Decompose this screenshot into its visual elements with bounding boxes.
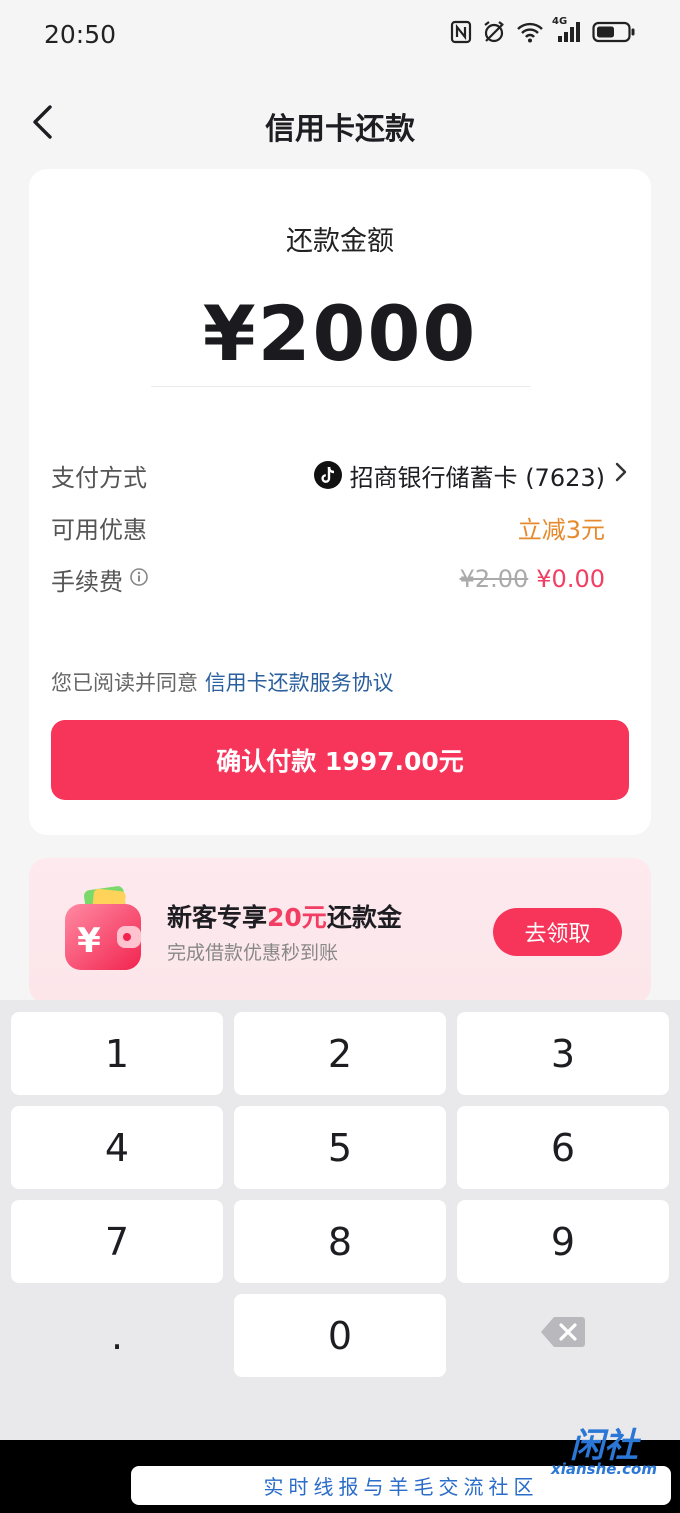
promo-title-prefix: 新客专享 [167, 903, 268, 932]
payment-method-row[interactable]: 支付方式 招商银行储蓄卡 (7623) [51, 455, 629, 495]
battery-icon [592, 21, 636, 43]
key-3[interactable]: 3 [457, 1012, 669, 1095]
agreement-prefix: 您已阅读并同意 [51, 671, 205, 695]
watermark-logo-sub: xianshe.com [551, 1460, 657, 1478]
payment-method-value-group: 招商银行储蓄卡 (7623) [313, 458, 629, 493]
wallet-icon: ¥ [59, 884, 147, 978]
agreement-link[interactable]: 信用卡还款服务协议 [205, 671, 394, 695]
key-4[interactable]: 4 [11, 1106, 223, 1189]
fee-value-group: ¥2.00 ¥0.00 [460, 565, 629, 593]
promo-title-highlight: 20元 [267, 903, 327, 932]
delete-key[interactable] [457, 1294, 669, 1377]
promo-title: 新客专享20元还款金 [167, 898, 402, 934]
status-icons: 4G [450, 16, 636, 44]
promo-value: 立减3元 [517, 515, 605, 544]
alarm-icon [482, 20, 506, 44]
fee-label-group: 手续费 [51, 562, 149, 597]
key-8[interactable]: 8 [234, 1200, 446, 1283]
info-icon[interactable] [129, 565, 149, 593]
amount-divider [151, 386, 531, 387]
promo-row: 可用优惠 立减3元 [51, 507, 629, 547]
payment-card: 还款金额 ¥2000 支付方式 招商银行储蓄卡 (7623) 可用优惠 立减3元… [29, 169, 651, 835]
key-decimal[interactable]: . [11, 1294, 223, 1377]
key-9[interactable]: 9 [457, 1200, 669, 1283]
promo-label: 可用优惠 [51, 515, 147, 544]
key-0[interactable]: 0 [234, 1294, 446, 1377]
confirm-payment-button[interactable]: 确认付款 1997.00元 [51, 720, 629, 800]
promo-subtitle: 完成借款优惠秒到账 [167, 942, 339, 964]
status-time: 20:50 [44, 20, 117, 49]
douyin-pay-icon [313, 461, 342, 489]
fee-row: 手续费 ¥2.00 ¥0.00 [51, 559, 629, 599]
signal-4g-icon: 4G [552, 16, 582, 44]
network-label: 4G [552, 16, 568, 27]
chevron-right-icon [613, 461, 629, 489]
promo-banner[interactable]: ¥ 新客专享20元还款金 完成借款优惠秒到账 去领取 [29, 858, 651, 1004]
key-1[interactable]: 1 [11, 1012, 223, 1095]
nfc-icon [450, 20, 472, 44]
amount-input[interactable]: ¥2000 [29, 289, 651, 378]
payment-method-value: 招商银行储蓄卡 (7623) [349, 463, 605, 492]
agreement-line: 您已阅读并同意 信用卡还款服务协议 [51, 667, 394, 697]
key-5[interactable]: 5 [234, 1106, 446, 1189]
promo-title-suffix: 还款金 [326, 903, 402, 932]
amount-label: 还款金额 [286, 226, 394, 257]
backspace-icon [540, 1314, 586, 1358]
key-7[interactable]: 7 [11, 1200, 223, 1283]
claim-button[interactable]: 去领取 [493, 908, 622, 956]
nav-bar: 信用卡还款 [0, 84, 680, 164]
wallet-symbol: ¥ [77, 921, 101, 961]
wifi-icon [516, 21, 544, 43]
status-bar: 20:50 4G [0, 0, 680, 72]
page-title: 信用卡还款 [265, 112, 415, 147]
watermark-logo: 闲社 xianshe.com [546, 1418, 662, 1486]
numeric-keypad: 1 2 3 4 5 6 7 8 9 . 0 [0, 1000, 680, 1440]
fee-label: 手续费 [51, 567, 123, 596]
payment-method-label: 支付方式 [51, 463, 147, 492]
fee-discounted: ¥0.00 [536, 565, 605, 593]
fee-original: ¥2.00 [459, 565, 529, 593]
key-2[interactable]: 2 [234, 1012, 446, 1095]
key-6[interactable]: 6 [457, 1106, 669, 1189]
